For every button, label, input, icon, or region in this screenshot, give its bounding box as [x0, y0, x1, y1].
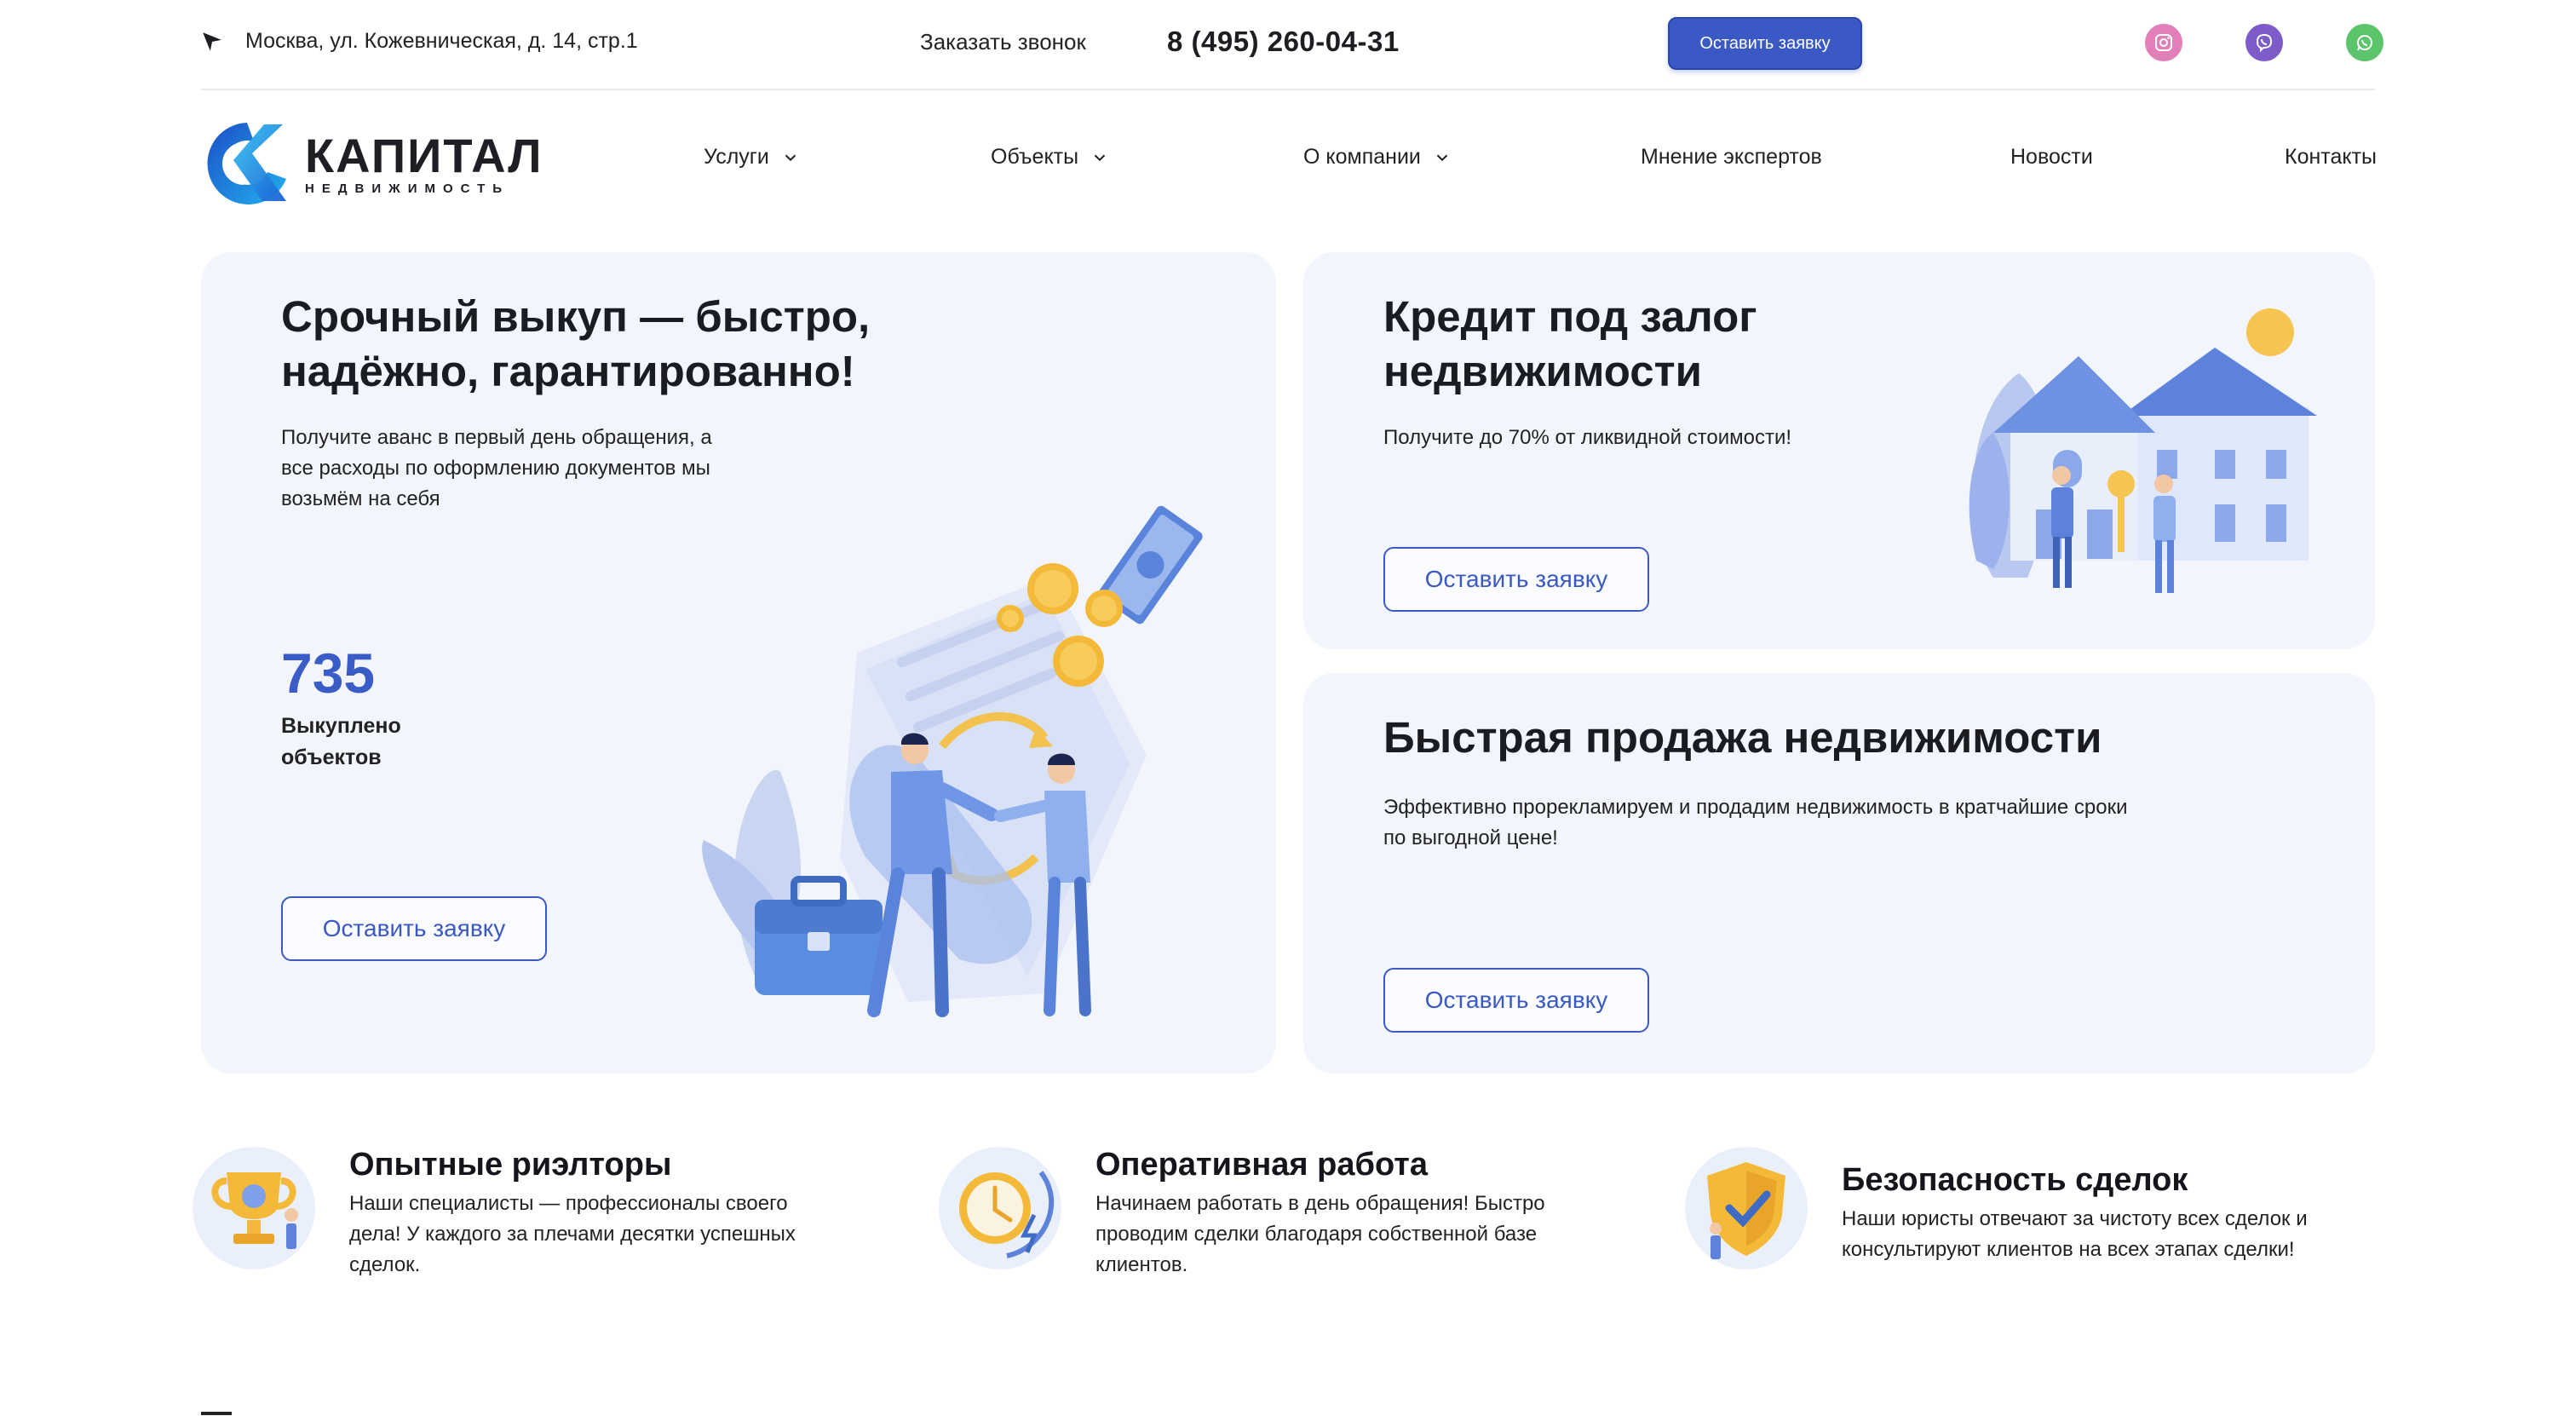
buyout-request-button[interactable]: Оставить заявку — [281, 896, 547, 961]
buyout-title: Срочный выкуп — быстро, надёжно, гаранти… — [281, 290, 870, 399]
viber-icon[interactable] — [2245, 24, 2283, 61]
feature-title: Опытные риэлторы — [349, 1147, 672, 1183]
clock-icon — [939, 1147, 1061, 1269]
nav-label: О компании — [1303, 145, 1421, 169]
nav-item-services[interactable]: Услуги — [704, 145, 800, 170]
top-bar: Москва, ул. Кожевническая, д. 14, стр.1 … — [201, 0, 2383, 90]
chevron-down-icon — [1436, 154, 1448, 161]
feature-fast-work: Оперативная работа Начинаем работать в д… — [939, 1147, 1545, 1281]
company-logo[interactable]: КАПИТАЛ НЕДВИЖИМОСТЬ — [201, 119, 543, 208]
logo-mark-icon — [207, 123, 286, 204]
title-line: недвижимости — [1383, 347, 1702, 395]
feature-title: Оперативная работа — [1095, 1147, 1428, 1183]
top-request-button[interactable]: Оставить заявку — [1668, 17, 1862, 70]
address-text: Москва, ул. Кожевническая, д. 14, стр.1 — [245, 29, 638, 53]
credit-title: Кредит под залог недвижимости — [1383, 290, 1757, 399]
sale-request-button[interactable]: Оставить заявку — [1383, 968, 1649, 1033]
house-keys-illustration — [1969, 308, 2317, 593]
fast-sale-card: Быстрая продажа недвижимости Эффективно … — [1303, 673, 2375, 1074]
whatsapp-icon[interactable] — [2346, 24, 2383, 61]
feature-description: Наши специалисты — профессионалы своего … — [349, 1192, 796, 1276]
logo-title: КАПИТАЛ — [305, 128, 543, 182]
bought-count: 735 — [281, 642, 376, 705]
credit-card: Кредит под залог недвижимости Получите д… — [1303, 252, 2375, 649]
nav-item-about[interactable]: О компании — [1303, 145, 1452, 170]
nav-item-objects[interactable]: Объекты — [991, 145, 1109, 170]
address-block: Москва, ул. Кожевническая, д. 14, стр.1 — [201, 29, 638, 54]
bought-label: Выкуплено объектов — [281, 714, 401, 769]
callback-link[interactable]: Заказать звонок — [920, 29, 1086, 55]
feature-safe-deals: Безопасность сделок Наши юристы отвечают… — [1685, 1147, 2308, 1269]
nav-label: Мнение экспертов — [1641, 145, 1822, 169]
nav-label: Услуги — [704, 145, 769, 169]
sale-title: Быстрая продажа недвижимости — [1383, 713, 2102, 762]
credit-request-button[interactable]: Оставить заявку — [1383, 547, 1649, 612]
nav-label: Контакты — [2285, 145, 2377, 169]
instagram-icon[interactable] — [2145, 24, 2182, 61]
section-divider — [201, 1412, 232, 1415]
desc-line: Получите аванс в первый день обращения, … — [281, 426, 712, 449]
buyout-card: Срочный выкуп — быстро, надёжно, гаранти… — [201, 252, 1276, 1074]
feature-description: Наши юристы отвечают за чистоту всех сде… — [1842, 1207, 2308, 1261]
desc-line: по выгодной цене! — [1383, 826, 1558, 849]
trophy-icon — [193, 1147, 315, 1269]
desc-line: Эффективно прорекламируем и продадим нед… — [1383, 796, 2128, 819]
desc-line: возьмём на себя — [281, 487, 440, 510]
feature-realtors: Опытные риэлторы Наши специалисты — проф… — [193, 1147, 796, 1281]
nav-label: Объекты — [991, 145, 1079, 169]
feature-description: Начинаем работать в день обращения! Быст… — [1095, 1192, 1545, 1276]
sale-description: Эффективно прорекламируем и продадим нед… — [1383, 792, 2128, 854]
logo-subtitle: НЕДВИЖИМОСТЬ — [305, 181, 510, 196]
nav-item-news[interactable]: Новости — [2010, 145, 2093, 170]
title-line: надёжно, гарантированно! — [281, 347, 855, 395]
nav-item-contacts[interactable]: Контакты — [2285, 145, 2377, 170]
desc-line: все расходы по оформлению документов мы — [281, 457, 710, 480]
phone-number[interactable]: 8 (495) 260-04-31 — [1167, 26, 1400, 58]
feature-title: Безопасность сделок — [1842, 1162, 2188, 1198]
nav-label: Новости — [2010, 145, 2093, 169]
location-arrow-icon — [203, 32, 221, 51]
credit-description: Получите до 70% от ликвидной стоимости! — [1383, 426, 1792, 449]
shield-check-icon — [1685, 1147, 1808, 1269]
title-line: Срочный выкуп — быстро, — [281, 292, 871, 341]
title-line: Кредит под залог — [1383, 292, 1757, 341]
chevron-down-icon — [785, 154, 796, 161]
buyout-description: Получите аванс в первый день обращения, … — [281, 423, 712, 515]
deal-handshake-illustration — [702, 505, 1203, 1017]
chevron-down-icon — [1094, 154, 1106, 161]
nav-item-experts[interactable]: Мнение экспертов — [1641, 145, 1822, 170]
